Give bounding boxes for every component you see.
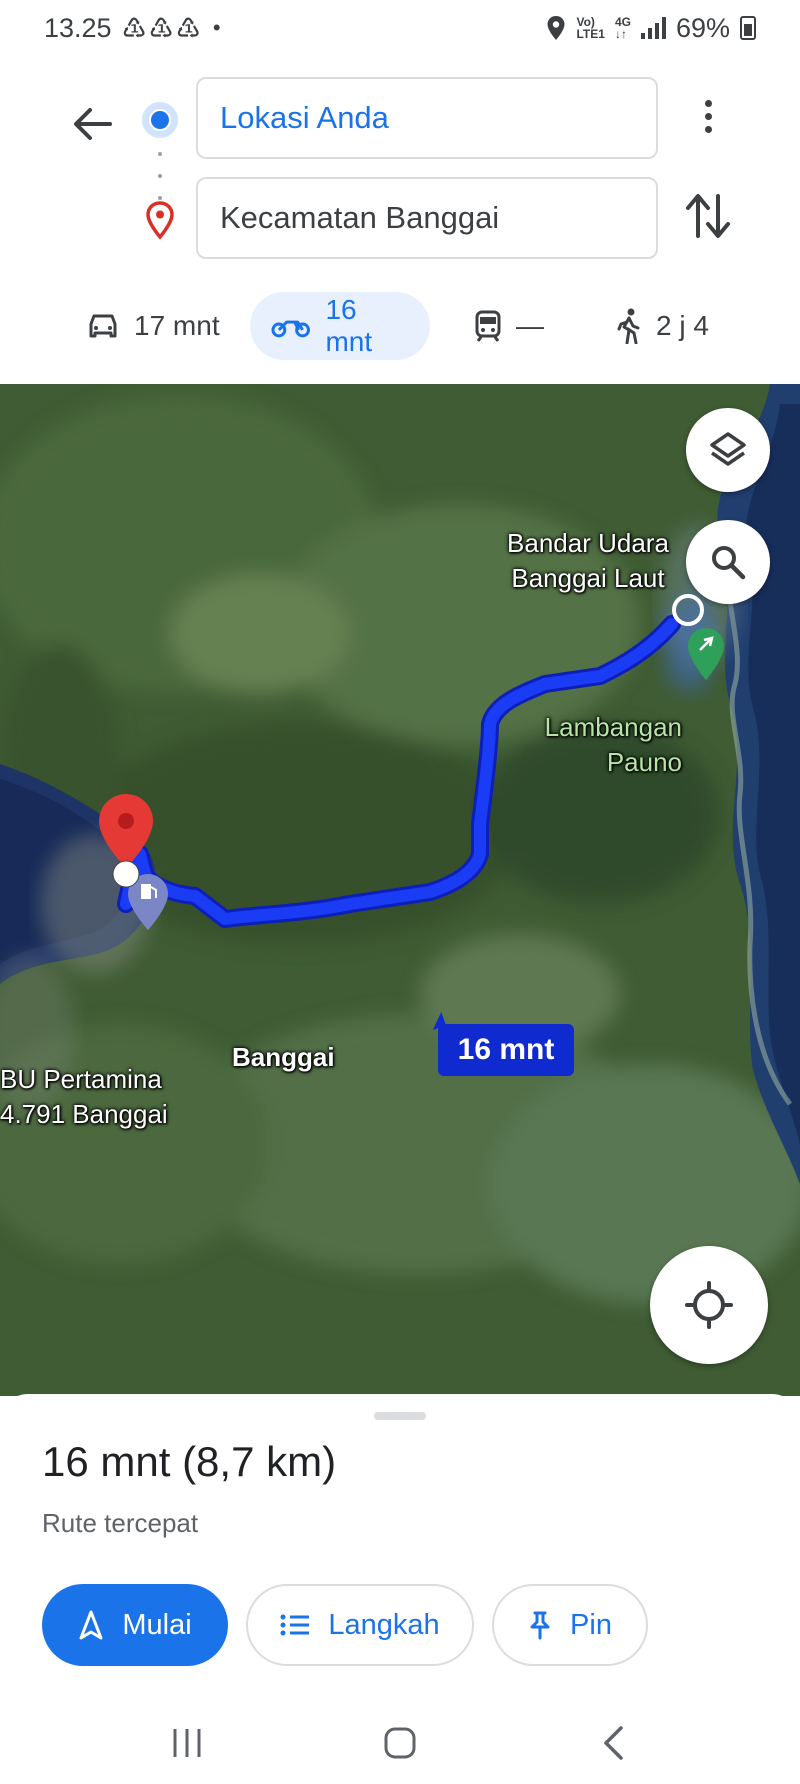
sheet-drag-handle[interactable]	[374, 1412, 426, 1420]
home-icon	[384, 1727, 416, 1759]
steps-button[interactable]: Langkah	[246, 1584, 474, 1666]
route-eta-bubble[interactable]: 16 mnt	[438, 1024, 574, 1076]
status-left: 13.25 ♳♳♳ •	[44, 12, 221, 45]
destination-input[interactable]: Kecamatan Banggai	[196, 177, 658, 259]
back-button[interactable]	[62, 94, 122, 154]
network-type-arrows: ↓↑	[614, 27, 627, 41]
status-right: Vo) LTE1 4G ↓↑ 69%	[546, 13, 756, 44]
place-label-line1: Lambangan	[544, 712, 682, 742]
notification-icons: ♳♳♳	[121, 12, 203, 44]
route-summary-sheet: 16 mnt (8,7 km) Rute tercepat Mulai Lang…	[0, 1394, 800, 1702]
my-location-button[interactable]	[650, 1246, 768, 1364]
search-icon	[712, 546, 746, 580]
status-time: 13.25	[44, 12, 112, 43]
start-label: Mulai	[122, 1608, 192, 1641]
volte-bottom: LTE1	[576, 27, 605, 41]
car-duration: 17 mnt	[134, 310, 220, 341]
tab-transit[interactable]: —	[454, 292, 564, 360]
pin-label: Pin	[570, 1608, 612, 1641]
more-options-button[interactable]	[690, 86, 726, 146]
steps-label: Langkah	[328, 1608, 440, 1641]
home-button[interactable]	[360, 1713, 440, 1773]
directions-header: Lokasi Anda Kecamatan Banggai 17 mnt 16 …	[0, 56, 800, 384]
walk-icon	[617, 308, 640, 344]
list-icon	[280, 1614, 310, 1636]
start-navigation-button[interactable]: Mulai	[42, 1584, 228, 1666]
walk-duration: 2 j 4	[656, 310, 709, 341]
route-connector-dots	[158, 152, 162, 200]
airport-label-line1: Bandar Udara	[507, 528, 669, 558]
volte-indicator: Vo) LTE1	[576, 16, 604, 40]
arrow-back-icon	[74, 108, 112, 140]
car-icon	[89, 314, 117, 338]
signal-icon	[640, 17, 666, 39]
my-location-icon	[685, 1281, 733, 1329]
origin-dot-icon	[142, 102, 178, 138]
location-icon	[547, 16, 565, 40]
motorcycle-icon	[271, 320, 310, 338]
fuel-label-line2: 4.791 Banggai	[0, 1099, 168, 1129]
fuel-station-label: BU Pertamina 4.791 Banggai	[0, 1062, 180, 1132]
train-icon	[475, 310, 501, 342]
pushpin-icon	[530, 1611, 550, 1640]
motorcycle-duration: 16 mnt	[325, 294, 373, 357]
pin-button[interactable]: Pin	[492, 1584, 648, 1666]
tab-motorcycle[interactable]: 16 mnt	[250, 292, 430, 360]
town-label-banggai: Banggai	[232, 1042, 335, 1072]
battery-percent: 69%	[675, 12, 730, 43]
fuel-label-line1: BU Pertamina	[0, 1064, 162, 1094]
system-back-button[interactable]	[573, 1713, 653, 1773]
tab-car[interactable]: 17 mnt	[66, 292, 240, 360]
search-along-route-button[interactable]	[686, 520, 770, 604]
map-view[interactable]: Bandar Udara Banggai Laut Lambangan Paun…	[0, 384, 800, 1396]
system-navigation-bar	[0, 1702, 800, 1784]
recent-apps-button[interactable]	[147, 1713, 227, 1773]
origin-input[interactable]: Lokasi Anda	[196, 77, 658, 159]
layers-icon	[710, 432, 746, 466]
recent-apps-icon	[173, 1729, 201, 1757]
airport-label-line2: Banggai Laut	[511, 563, 665, 593]
place-label-lambangan: Lambangan Pauno	[520, 710, 682, 780]
travel-mode-tabs: 17 mnt 16 mnt — 2 j 4	[0, 284, 800, 364]
transit-duration: —	[516, 310, 544, 341]
notification-dot: •	[212, 15, 221, 40]
place-label-line2: Pauno	[606, 747, 682, 777]
destination-pin-icon	[146, 201, 174, 240]
status-bar: 13.25 ♳♳♳ • Vo) LTE1 4G ↓↑ 69%	[0, 0, 800, 56]
route-summary-subtitle: Rute tercepat	[42, 1508, 199, 1538]
swap-directions-button[interactable]	[682, 188, 734, 244]
layers-button[interactable]	[686, 408, 770, 492]
airport-label: Bandar Udara Banggai Laut	[498, 526, 678, 596]
chevron-left-icon	[604, 1726, 624, 1760]
tab-walk[interactable]: 2 j 4	[596, 292, 729, 360]
network-type-indicator: 4G ↓↑	[615, 16, 631, 40]
route-summary-title: 16 mnt (8,7 km)	[42, 1438, 337, 1485]
satellite-terrain	[0, 384, 800, 1396]
battery-icon	[740, 16, 756, 40]
navigation-arrow-icon	[79, 1610, 103, 1640]
